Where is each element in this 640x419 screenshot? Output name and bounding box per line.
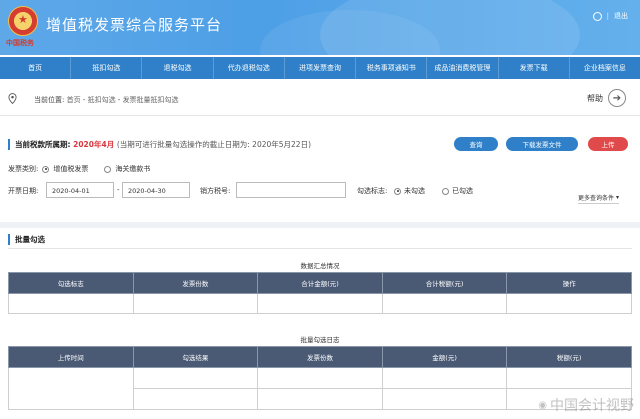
radio-checked-label: 已勾选 [452,187,473,195]
help-button[interactable]: 帮助 ➔ [587,89,626,107]
breadcrumb-bar: 当前位置: 首页 - 抵扣勾选 - 发票批量抵扣勾选 帮助 ➔ [0,82,640,116]
watermark: ◉ 中国会计视野 [538,395,634,415]
nav-item-deduction-check[interactable]: 抵扣勾选 [71,57,143,79]
table-header-row: 上传时间 勾选结果 发票份数 金额(元) 税额(元) [8,346,632,368]
more-query-conditions[interactable]: 更多查询条件 ▾ [578,193,620,204]
weibo-icon: ◉ [538,399,547,411]
period-value: 2020年4月 [73,140,115,149]
header-banner: 中国税务 增值税发票综合服务平台 | 退出 [0,0,640,55]
summary-table: 勾选标志 发票份数 合计金额(元) 合计税额(元) 操作 [8,272,632,314]
seller-tax-input[interactable] [236,182,346,198]
breadcrumb-separator: - [115,96,123,104]
seller-tax-label: 销方税号: [200,187,231,195]
tax-period: 当前税款所属期: 2020年4月 (当期可进行批量勾选操作的截止日期为: 202… [8,139,311,150]
header-separator: | [606,12,609,20]
watermark-text: 中国会计视野 [550,398,634,414]
breadcrumb: 当前位置: 首页 - 抵扣勾选 - 发票批量抵扣勾选 [34,95,179,105]
radio-customs-bill[interactable] [104,165,112,173]
breadcrumb-deduction[interactable]: 抵扣勾选 [88,96,116,104]
nav-item-agent-refund-check[interactable]: 代办退税勾选 [214,57,285,79]
divider [8,248,632,249]
breadcrumb-label: 当前位置: [34,96,65,104]
col-check-flag: 勾选标志 [8,272,134,294]
arrow-right-circle-icon: ➔ [608,89,626,107]
main-nav: 首页 抵扣勾选 退税勾选 代办退税勾选 进项发票查询 税务事项通知书 成品油消费… [0,57,640,79]
breadcrumb-current: 发票批量抵扣勾选 [122,96,179,104]
section-divider [0,222,640,228]
nav-item-tax-notice[interactable]: 税务事项通知书 [356,57,428,79]
nav-item-home[interactable]: 首页 [0,57,72,79]
radio-unchecked-label: 未勾选 [404,187,425,195]
col-upload-time: 上传时间 [8,346,134,368]
header-user-area: | 退出 [592,11,628,21]
date-label: 开票日期: [8,187,39,195]
col-check-result: 勾选结果 [132,346,259,368]
radio-customs-label: 海关缴款书 [115,165,151,173]
date-to-input[interactable]: 2020-04-30 [122,182,190,198]
location-pin-icon [8,93,17,104]
batch-check-title: 批量勾选 [8,234,45,245]
invoice-type-row: 发票类别: 增值税发票 海关缴款书 [8,164,150,174]
breadcrumb-separator: - [80,96,88,104]
summary-caption: 数据汇总情况 [300,262,340,270]
help-label: 帮助 [587,93,603,103]
period-note: (当期可进行批量勾选操作的截止日期为: 2020年5月22日) [116,140,312,149]
table-header-row: 勾选标志 发票份数 合计金额(元) 合计税额(元) 操作 [8,272,632,294]
nav-item-company-profile[interactable]: 企业档案信息 [570,57,640,79]
radio-checked[interactable] [442,187,449,195]
date-separator: - [117,186,120,194]
filter-row: 开票日期: 2020-04-01 - 2020-04-30 销方税号: 勾选标志… [8,182,640,198]
nav-item-invoice-download[interactable]: 发票下载 [499,57,570,79]
nav-item-oil-tax[interactable]: 成品油消费税管理 [427,57,499,79]
nav-item-refund-check[interactable]: 退税勾选 [142,57,214,79]
date-from-input[interactable]: 2020-04-01 [46,182,114,198]
table-row [8,367,632,410]
col-invoice-count: 发票份数 [257,346,383,368]
col-invoice-count: 发票份数 [132,272,259,294]
query-button[interactable]: 查询 [454,137,498,151]
logout-link[interactable]: 退出 [614,11,628,21]
check-flag-checked-option: 已勾选 [442,186,473,196]
col-tax: 税额(元) [506,346,632,368]
chevron-down-icon: ▾ [616,194,620,201]
col-operation: 操作 [506,272,632,294]
radio-unchecked[interactable] [394,187,401,195]
nav-item-input-invoice-query[interactable]: 进项发票查询 [285,57,357,79]
col-amount: 金额(元) [381,346,508,368]
radio-vat-label: 增值税发票 [53,165,89,173]
invoice-type-label: 发票类别: [8,165,39,173]
table-row [8,293,632,314]
period-label: 当前税款所属期: [15,140,71,149]
col-total-tax: 合计税额(元) [381,272,508,294]
tax-emblem-logo [8,6,38,36]
radio-vat-invoice[interactable] [42,165,50,173]
user-icon[interactable] [592,11,602,21]
col-total-amount: 合计金额(元) [257,272,383,294]
breadcrumb-home[interactable]: 首页 [67,96,81,104]
emblem-text: 中国税务 [6,38,34,47]
check-flag-unchecked-option: 未勾选 [394,186,425,196]
check-flag-label: 勾选标志: [357,187,388,195]
more-query-label: 更多查询条件 [578,195,615,202]
log-caption: 批量勾选日志 [300,336,340,344]
upload-button[interactable]: 上传 [588,137,628,151]
site-title: 增值税发票综合服务平台 [46,16,223,34]
download-invoice-file-button[interactable]: 下载发票文件 [506,137,578,151]
